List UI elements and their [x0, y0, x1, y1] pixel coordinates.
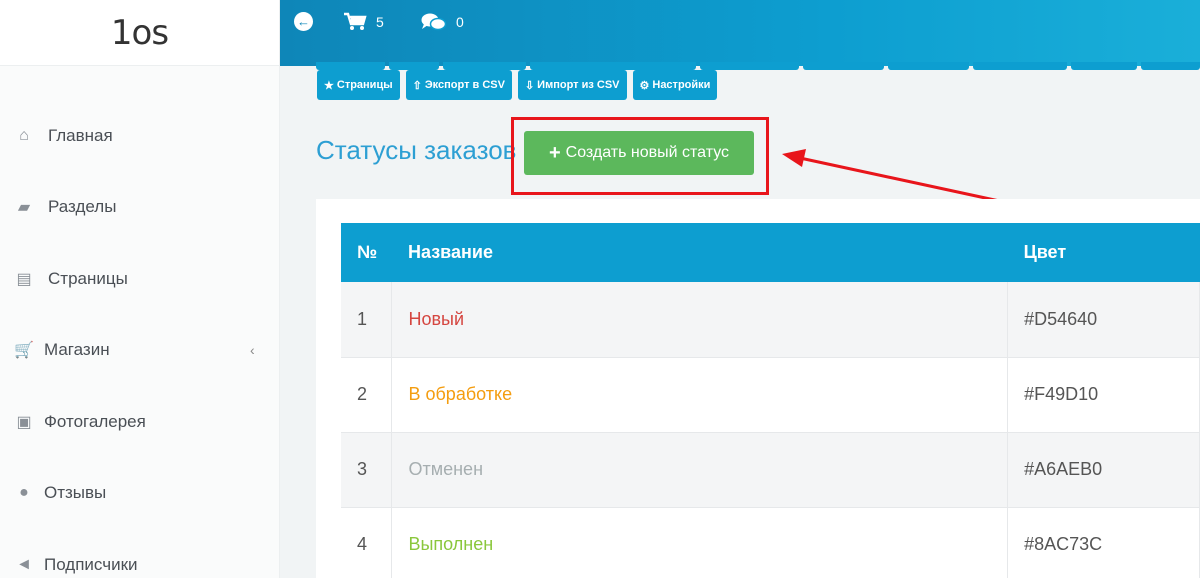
order-statuses-table: № Название Цвет 1 Новый #D54640 2 В обра…: [341, 223, 1200, 578]
export-csv-label: Экспорт в CSV: [424, 79, 505, 91]
table-row: 3 Отменен #A6AEB0: [341, 432, 1200, 508]
back-arrow-icon: ←: [294, 12, 313, 31]
import-csv-label: Импорт из CSV: [537, 79, 620, 91]
sidebar-item-label: Главная: [48, 125, 113, 145]
annotation-highlight-box: [511, 117, 769, 195]
table-row: 4 Выполнен #8AC73C: [341, 507, 1200, 578]
page-title: Статусы заказов: [316, 135, 517, 165]
back-button[interactable]: ←: [294, 12, 313, 31]
status-name-link[interactable]: В обработке: [391, 357, 1009, 433]
status-color: #A6AEB0: [1007, 432, 1200, 508]
pages-button[interactable]: ★ Страницы: [317, 70, 400, 100]
row-number: 3: [341, 432, 393, 508]
settings-button[interactable]: ⚙ Настройки: [632, 70, 718, 100]
table-row: 1 Новый #D54640: [341, 282, 1200, 358]
page-toolbar: ★ Страницы ⇧ Экспорт в CSV ⇩ Импорт из C…: [317, 70, 718, 100]
logo-text: 1os: [110, 12, 169, 53]
row-number: 4: [341, 507, 393, 578]
column-header-name[interactable]: Название: [391, 223, 1008, 282]
status-color: #D54640: [1007, 282, 1200, 358]
sidebar-nav: ⌂ Главная ▰ Разделы ▤ Страницы 🛒 Магазин…: [0, 66, 279, 578]
logo[interactable]: 1os: [0, 0, 279, 66]
pages-button-label: Страницы: [336, 79, 393, 91]
sidebar-item-sections[interactable]: ▰ Разделы: [0, 172, 279, 244]
sidebar: 1os ⌂ Главная ▰ Разделы ▤ Страницы 🛒 Маг…: [0, 0, 280, 578]
sidebar-item-label: Страницы: [48, 268, 128, 288]
tab-strip: [316, 62, 1200, 70]
sidebar-item-subscribers[interactable]: ◄ Подписчики: [0, 529, 279, 578]
comments-count: 0: [456, 14, 464, 30]
camera-icon: ▣: [16, 413, 32, 431]
sidebar-item-label: Магазин: [44, 340, 110, 360]
sidebar-item-shop[interactable]: 🛒 Магазин ‹: [0, 315, 279, 387]
status-color: #8AC73C: [1007, 507, 1200, 578]
top-bar: ← 5 0: [280, 0, 1200, 66]
sidebar-item-pages[interactable]: ▤ Страницы: [0, 243, 279, 315]
import-csv-button[interactable]: ⇩ Импорт из CSV: [517, 70, 627, 100]
sidebar-item-label: Разделы: [48, 197, 117, 217]
column-header-color[interactable]: Цвет: [1007, 223, 1200, 282]
row-number: 1: [341, 282, 393, 358]
status-name-link[interactable]: Выполнен: [391, 507, 1009, 578]
export-csv-button[interactable]: ⇧ Экспорт в CSV: [405, 70, 512, 100]
home-icon: ⌂: [19, 126, 29, 144]
status-color: #F49D10: [1007, 357, 1200, 433]
sidebar-item-label: Фотогалерея: [44, 411, 146, 431]
comments-icon: ●: [19, 484, 29, 502]
sidebar-item-label: Отзывы: [44, 483, 107, 503]
sidebar-item-gallery[interactable]: ▣ Фотогалерея: [0, 386, 279, 458]
status-name-link[interactable]: Новый: [391, 282, 1009, 358]
download-icon: ⇩: [524, 79, 535, 92]
cart-count: 5: [376, 14, 384, 30]
table-header-row: № Название Цвет: [341, 223, 1200, 282]
star-icon: ★: [324, 79, 334, 92]
status-name-link[interactable]: Отменен: [391, 432, 1009, 508]
bullhorn-icon: ◄: [16, 555, 32, 573]
cart-icon: [344, 12, 367, 30]
gear-icon: ⚙: [639, 79, 650, 92]
folder-open-icon: ▰: [17, 199, 31, 217]
sidebar-item-label: Подписчики: [44, 554, 138, 574]
cart-button[interactable]: 5: [343, 12, 384, 32]
chevron-left-icon[interactable]: ‹: [250, 342, 255, 358]
comments-icon: [421, 13, 447, 31]
row-number: 2: [341, 357, 393, 433]
cart-icon: 🛒: [14, 342, 34, 360]
sidebar-item-home[interactable]: ⌂ Главная: [0, 100, 279, 172]
upload-icon: ⇧: [412, 79, 422, 92]
file-icon: ▤: [16, 270, 32, 288]
settings-label: Настройки: [652, 79, 711, 91]
column-header-number[interactable]: №: [341, 223, 392, 282]
sidebar-item-reviews[interactable]: ● Отзывы: [0, 458, 279, 530]
table-row: 2 В обработке #F49D10: [341, 357, 1200, 433]
comments-button[interactable]: 0: [421, 12, 464, 32]
